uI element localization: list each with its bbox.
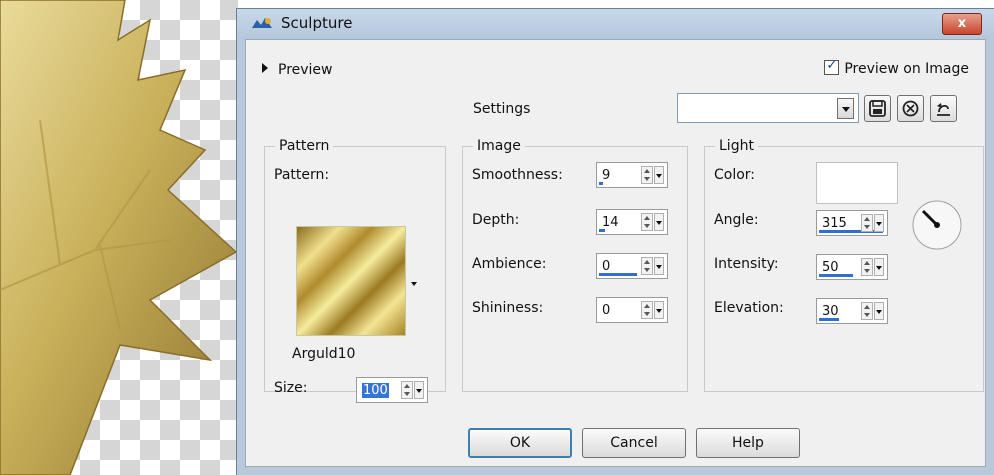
preview-label: Preview (278, 62, 333, 78)
smoothness-spin-arrows[interactable] (641, 166, 653, 184)
preset-combo[interactable] (677, 93, 859, 123)
angle-spinner[interactable]: 315 (816, 210, 888, 236)
angle-label: Angle: (714, 212, 759, 228)
color-label: Color: (714, 167, 756, 183)
ok-button[interactable]: OK (468, 428, 572, 458)
close-button[interactable]: x (942, 13, 982, 35)
shininess-dropdown[interactable] (654, 301, 664, 319)
chevron-down-icon (842, 107, 850, 112)
light-color-swatch[interactable] (816, 162, 898, 204)
intensity-dropdown[interactable] (874, 258, 884, 276)
smoothness-level-bar (599, 182, 603, 185)
intensity-level-bar (819, 274, 853, 277)
depth-dropdown[interactable] (654, 213, 664, 231)
angle-dial[interactable] (910, 198, 964, 252)
ambience-input[interactable]: 0 (602, 259, 610, 274)
size-dropdown[interactable] (414, 381, 424, 399)
settings-label: Settings (473, 101, 531, 117)
checkmark-icon: ✓ (826, 58, 838, 73)
elevation-spinner[interactable]: 30 (816, 298, 888, 324)
reset-button[interactable] (930, 95, 957, 122)
shininess-spin-arrows[interactable] (641, 301, 653, 319)
elevation-input[interactable]: 30 (822, 304, 839, 319)
cancel-button[interactable]: Cancel (582, 428, 686, 458)
preview-expander[interactable]: Preview (262, 62, 333, 78)
angle-spin-arrows[interactable] (861, 214, 873, 232)
preset-dropdown-button[interactable] (837, 98, 854, 119)
elevation-dropdown[interactable] (874, 302, 884, 320)
image-canvas (0, 0, 238, 475)
dialog-title: Sculpture (281, 14, 353, 32)
checkbox-box[interactable]: ✓ (824, 58, 840, 75)
pattern-swatch[interactable] (296, 226, 406, 336)
intensity-label: Intensity: (714, 256, 779, 272)
elevation-label: Elevation: (714, 300, 784, 316)
angle-input[interactable]: 315 (822, 216, 847, 231)
shininess-label: Shininess: (472, 300, 544, 316)
reset-icon (937, 103, 950, 116)
sculpture-dialog: Sculpture x Preview ✓ Preview on Image Se… (236, 8, 994, 475)
preview-on-image-checkbox[interactable]: ✓ Preview on Image (824, 58, 969, 77)
save-preset-button[interactable] (864, 95, 891, 122)
delete-preset-icon (902, 100, 919, 117)
angle-dropdown[interactable] (874, 214, 884, 232)
shininess-spinner[interactable]: 0 (596, 297, 668, 323)
size-spin-arrows[interactable] (401, 381, 413, 399)
intensity-spin-arrows[interactable] (861, 258, 873, 276)
depth-level-bar (599, 229, 605, 232)
ambience-spinner[interactable]: 0 (596, 253, 668, 279)
size-label: Size: (274, 380, 308, 396)
smoothness-dropdown[interactable] (654, 166, 664, 184)
elevation-spin-arrows[interactable] (861, 302, 873, 320)
ambience-level-bar (599, 273, 637, 276)
intensity-spinner[interactable]: 50 (816, 254, 888, 280)
expand-triangle-icon (262, 63, 268, 73)
golden-leaf-image (0, 0, 238, 475)
ambience-dropdown[interactable] (654, 257, 664, 275)
size-input[interactable]: 100 (362, 383, 389, 398)
depth-spin-arrows[interactable] (641, 213, 653, 231)
dialog-body: Preview ✓ Preview on Image Settings Patt… (245, 39, 986, 467)
preview-on-image-label: Preview on Image (844, 61, 969, 77)
image-group-title: Image (473, 138, 525, 154)
pattern-name: Arguld10 (292, 346, 356, 362)
depth-spinner[interactable]: 14 (596, 209, 668, 235)
ambience-label: Ambience: (472, 256, 547, 272)
pattern-label: Pattern: (274, 167, 330, 183)
pattern-group-title: Pattern (275, 138, 334, 154)
elevation-level-bar (819, 318, 839, 321)
smoothness-label: Smoothness: (472, 167, 563, 183)
sculpture-app-icon (252, 18, 272, 28)
pattern-dropdown-icon[interactable] (411, 282, 417, 286)
delete-preset-button[interactable] (897, 95, 924, 122)
help-button[interactable]: Help (696, 428, 800, 458)
ambience-spin-arrows[interactable] (641, 257, 653, 275)
title-bar[interactable]: Sculpture x (237, 9, 994, 39)
depth-input[interactable]: 14 (602, 215, 619, 230)
light-group-title: Light (715, 138, 758, 154)
depth-label: Depth: (472, 212, 520, 228)
intensity-input[interactable]: 50 (822, 260, 839, 275)
size-spinner[interactable]: 100 (356, 377, 428, 403)
smoothness-input[interactable]: 9 (602, 168, 610, 183)
smoothness-spinner[interactable]: 9 (596, 162, 668, 188)
shininess-input[interactable]: 0 (602, 303, 610, 318)
floppy-disk-icon (869, 100, 886, 117)
